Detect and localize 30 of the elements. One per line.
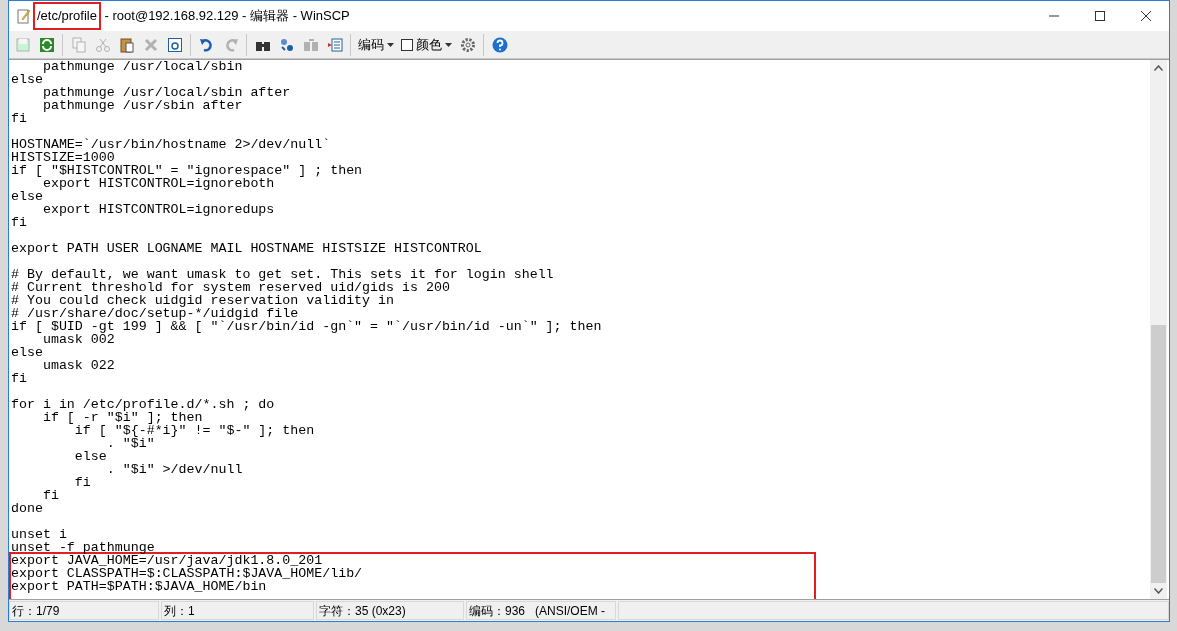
delete-icon bbox=[142, 36, 159, 53]
undo-icon bbox=[198, 36, 215, 53]
status-field: 列：1 bbox=[161, 601, 314, 620]
encoding-dropdown[interactable]: 编码 bbox=[355, 32, 397, 57]
caret-icon bbox=[387, 42, 394, 47]
code-text[interactable]: export JAVA_HOME=/usr/java/jdk1.8.0_201 export CLASSPATH=$:CLASSPATH:$JAVA_HOME/lib/ export PATH=$PATH:$JAVA_HOME/bin bbox=[11, 554, 814, 593]
copy-icon bbox=[70, 36, 87, 53]
help-icon bbox=[491, 36, 508, 53]
status-field: 行：1/79 bbox=[9, 601, 159, 620]
reload-icon bbox=[38, 36, 55, 53]
window-title: - root@192.168.92.129 - 编辑器 - WinSCP bbox=[103, 7, 350, 26]
save-icon bbox=[14, 36, 31, 53]
notepad-icon bbox=[17, 8, 31, 24]
caret-icon bbox=[445, 42, 452, 47]
scroll-up-icon[interactable] bbox=[1154, 65, 1163, 71]
scroll-down-icon[interactable] bbox=[1154, 588, 1163, 594]
clipboard-icon bbox=[118, 36, 135, 53]
checkbox[interactable] bbox=[401, 38, 413, 51]
gear-icon bbox=[459, 36, 476, 53]
select-all-icon bbox=[166, 36, 183, 53]
window-title: /etc/profile bbox=[33, 2, 101, 30]
list-icon bbox=[326, 36, 343, 53]
scrollbar[interactable] bbox=[1150, 60, 1167, 599]
maximize-icon bbox=[1095, 11, 1105, 21]
status-field: 编码：936 (ANSI/OEM - bbox=[466, 601, 616, 620]
close-icon bbox=[1141, 11, 1151, 21]
color-dropdown[interactable]: 颜色 bbox=[416, 34, 452, 55]
scroll-thumb[interactable] bbox=[1151, 325, 1166, 583]
scissors-icon bbox=[94, 36, 111, 53]
status-field: 字符：35 (0x23) bbox=[316, 601, 464, 620]
